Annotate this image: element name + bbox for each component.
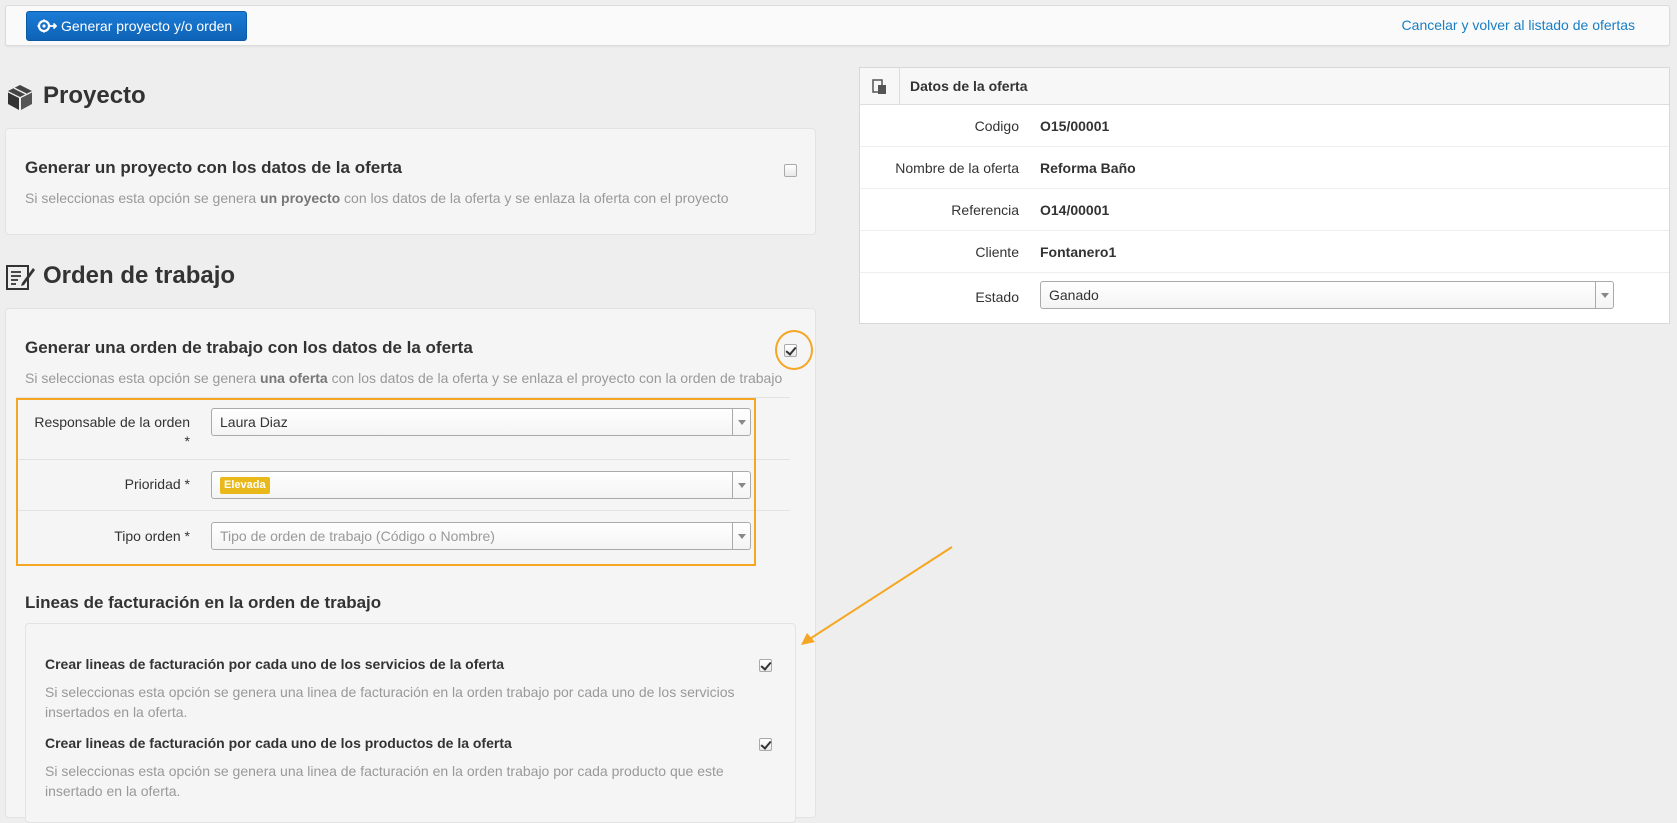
gear-arrow-icon <box>37 19 57 33</box>
offer-details-panel: Datos de la oferta Codigo O15/00001 Nomb… <box>859 67 1670 324</box>
work-order-title: Orden de trabajo <box>43 262 236 289</box>
chevron-down-icon[interactable] <box>1595 282 1613 308</box>
billing-lines-heading: Lineas de facturación en la orden de tra… <box>25 593 382 612</box>
cancel-link[interactable]: Cancelar y volver al listado de ofertas <box>1402 17 1635 33</box>
work-order-heading: Orden de trabajo <box>6 262 236 290</box>
project-title: Proyecto <box>43 82 146 109</box>
edit-document-icon <box>6 265 35 290</box>
estado-row: Estado Ganado <box>860 273 1669 315</box>
project-option-well: Generar un proyecto con los datos de la … <box>5 128 816 235</box>
offer-row-value: O14/00001 <box>1040 202 1110 218</box>
offer-panel-title: Datos de la oferta <box>910 78 1028 94</box>
estado-select[interactable]: Ganado <box>1040 281 1614 309</box>
offer-row-label: Nombre de la oferta <box>895 160 1019 176</box>
project-heading: Proyecto <box>8 82 146 110</box>
generate-button[interactable]: Generar proyecto y/o orden <box>26 11 247 41</box>
project-checkbox[interactable] <box>784 164 797 177</box>
services-option-title: Crear lineas de facturación por cada uno… <box>45 656 505 672</box>
offer-row-label: Cliente <box>975 244 1019 260</box>
top-toolbar: Generar proyecto y/o orden Cancelar y vo… <box>5 5 1670 46</box>
products-option-description: Si seleccionas esta opción se genera una… <box>45 763 724 799</box>
generate-button-label: Generar proyecto y/o orden <box>61 18 233 34</box>
offer-row-value: Reforma Baño <box>1040 160 1136 176</box>
estado-value: Ganado <box>1049 287 1099 303</box>
offer-row-label: Referencia <box>951 202 1019 218</box>
copy-document-icon <box>872 79 886 94</box>
offer-row: Nombre de la oferta Reforma Baño <box>860 147 1669 189</box>
offer-row: Codigo O15/00001 <box>860 105 1669 147</box>
project-option-description: Si seleccionas esta opción se genera un … <box>25 190 729 206</box>
work-order-option-title: Generar una orden de trabajo con los dat… <box>25 338 473 357</box>
annotation-arrow-icon <box>801 546 953 645</box>
offer-row-value: O15/00001 <box>1040 118 1110 134</box>
cube-icon <box>8 85 32 110</box>
work-order-option-description: Si seleccionas esta opción se genera una… <box>25 370 783 386</box>
billing-options-well: Crear lineas de facturación por cada uno… <box>25 623 796 823</box>
services-option-description: Si seleccionas esta opción se genera una… <box>45 684 735 720</box>
checkbox-highlight-circle <box>775 330 813 370</box>
services-checkbox[interactable] <box>759 659 772 672</box>
offer-panel-header: Datos de la oferta <box>860 68 1669 105</box>
estado-label: Estado <box>975 289 1019 305</box>
offer-row-value: Fontanero1 <box>1040 244 1117 260</box>
products-option-title: Crear lineas de facturación por cada uno… <box>45 735 512 751</box>
fields-highlight-box <box>16 398 756 566</box>
offer-row: Referencia O14/00001 <box>860 189 1669 231</box>
products-checkbox[interactable] <box>759 738 772 751</box>
offer-row: Cliente Fontanero1 <box>860 231 1669 273</box>
offer-row-label: Codigo <box>974 118 1019 134</box>
offer-panel-icon-box <box>860 68 900 104</box>
project-option-title: Generar un proyecto con los datos de la … <box>25 158 402 177</box>
